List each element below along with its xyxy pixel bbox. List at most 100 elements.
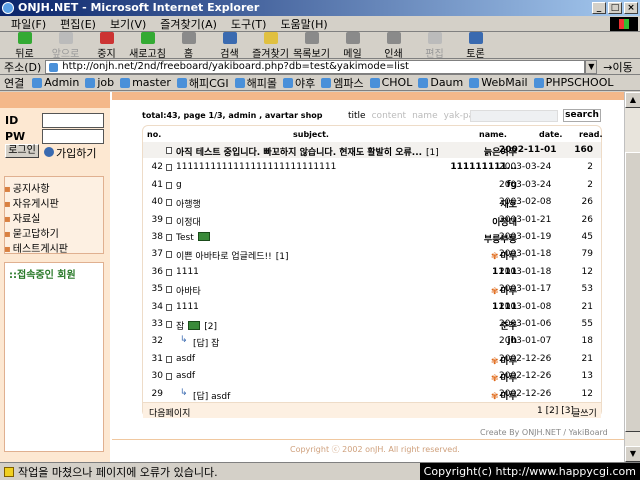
search-option-content[interactable]: content <box>372 111 406 121</box>
page-icon <box>469 77 480 88</box>
edit-button[interactable]: 편집 <box>414 31 455 60</box>
row-subject-link[interactable]: 1111111111111111111111111111 <box>176 162 336 172</box>
mail-button[interactable]: 메일 <box>332 31 373 60</box>
menu-view[interactable]: 보기(V) <box>103 16 153 32</box>
link-happycgi[interactable]: 해피CGI <box>176 75 229 91</box>
scroll-up-button[interactable]: ▲ <box>625 92 640 108</box>
menu-file[interactable]: 파일(F) <box>4 16 53 32</box>
table-row[interactable]: 35 아바타 ✾ 마루 2003-01-17 53 <box>143 281 601 297</box>
page-numbers[interactable]: 1 [2] [3] <box>537 406 574 416</box>
search-option-title[interactable]: title <box>348 111 366 121</box>
join-link[interactable]: 가입하기 <box>44 145 96 161</box>
refresh-button[interactable]: 새로고침 <box>127 31 168 60</box>
row-subject-link[interactable]: asdf <box>176 371 195 381</box>
row-subject-link[interactable]: g <box>176 180 182 190</box>
pw-input[interactable] <box>42 129 104 144</box>
board-search-button[interactable]: search <box>563 109 601 122</box>
row-subject-link[interactable]: 잡 [2] <box>176 319 217 332</box>
link-webmail[interactable]: WebMail <box>469 76 528 89</box>
link-chol[interactable]: CHOL <box>369 76 412 89</box>
vertical-scrollbar[interactable]: ▲ ▼ <box>624 92 640 462</box>
table-row[interactable]: 30 asdf ✾ 마루 2002-12-26 13 <box>143 368 601 384</box>
row-subject-link[interactable]: 아바타 <box>176 284 201 297</box>
scroll-thumb[interactable] <box>625 152 640 432</box>
search-option-name[interactable]: name <box>412 111 438 121</box>
table-row[interactable]: 40 아행행 재호 2003-02-08 26 <box>143 194 601 210</box>
close-button[interactable]: × <box>624 2 638 14</box>
table-row[interactable]: 31 asdf ✾ 마루 2002-12-26 21 <box>143 351 601 367</box>
link-phpschool[interactable]: PHPSCHOOL <box>533 76 614 89</box>
stop-button[interactable]: 중지 <box>86 31 127 60</box>
next-page-link[interactable]: 다음페이지 <box>149 406 190 419</box>
table-row[interactable]: 42 1111111111111111111111111111 111111111.… <box>143 159 601 175</box>
sidebar-item-notice[interactable]: 공지사항 <box>4 180 50 195</box>
scroll-down-button[interactable]: ▼ <box>625 446 640 462</box>
sidebar-item-freeboard[interactable]: 자유게시판 <box>4 195 59 210</box>
address-input[interactable]: http://onjh.net/2nd/freeboard/yakiboard.… <box>45 59 586 74</box>
id-input[interactable] <box>42 113 104 128</box>
forward-button[interactable]: 앞으로 <box>45 31 86 60</box>
favorites-button[interactable]: 즐겨찾기 <box>250 31 291 60</box>
table-row[interactable]: 38 Test 부릉부릉 2003-01-19 45 <box>143 229 601 245</box>
menu-help[interactable]: 도움말(H) <box>273 16 334 32</box>
table-row[interactable]: 29 ↳ [답] asdf ✾ 마루 2002-12-26 12 <box>143 386 601 402</box>
row-read-count: 12 <box>581 388 593 399</box>
notice-row[interactable]: 아직 테스트 중입니다. 빠꼬하지 않습니다. 현재도 활발히 오류... [1]… <box>143 142 601 158</box>
table-row[interactable]: 41 g fg 2003-03-24 2 <box>143 177 601 193</box>
menu-edit[interactable]: 편집(E) <box>53 16 103 32</box>
link-yahoo[interactable]: 야후 <box>282 75 315 91</box>
board-search-input[interactable] <box>470 110 558 122</box>
link-happymall[interactable]: 해피몰 <box>234 75 277 91</box>
link-empas[interactable]: 엠파스 <box>321 75 364 91</box>
row-subject-link[interactable]: asdf <box>176 354 195 364</box>
home-button[interactable]: 홈 <box>168 31 209 60</box>
minimize-button[interactable]: _ <box>592 2 606 14</box>
row-subject-link[interactable]: Test <box>176 232 210 243</box>
row-number: 37 <box>151 249 163 260</box>
write-link[interactable]: 글쓰기 <box>572 406 597 419</box>
table-row[interactable]: 36 1111 1111 2003-01-18 12 <box>143 264 601 280</box>
sidebar-item-qna[interactable]: 묻고답하기 <box>4 225 59 240</box>
row-read-count: 12 <box>581 266 593 277</box>
board-table: no. subject. name. date. read. 아직 테스트 중입… <box>142 125 603 419</box>
row-subject-link[interactable]: 1111 <box>176 267 199 277</box>
search-button[interactable]: 검색 <box>209 31 250 60</box>
menu-tools[interactable]: 도구(T) <box>224 16 274 32</box>
link-master[interactable]: master <box>120 76 171 89</box>
table-row[interactable]: 39 이정대 이정대 2003-01-21 26 <box>143 212 601 228</box>
sidebar-item-test[interactable]: 테스트게시판 <box>4 240 68 255</box>
row-date: 2003-01-08 <box>499 301 552 312</box>
link-admin[interactable]: Admin <box>32 76 79 89</box>
row-subject-link[interactable]: [답] asdf <box>193 389 230 402</box>
window-controls: _ □ × <box>592 2 638 14</box>
links-bar: 연결 Admin job master 해피CGI 해피몰 야후 엠파스 CHO… <box>0 75 640 91</box>
back-button[interactable]: 뒤로 <box>4 31 45 60</box>
link-daum[interactable]: Daum <box>418 76 463 89</box>
table-row[interactable]: 37 이쁜 아바타로 업글레드!! [1] ✾ 마루 2003-01-18 79 <box>143 246 601 262</box>
row-subject-link[interactable]: 1111 <box>176 302 199 312</box>
warning-icon[interactable] <box>4 466 14 477</box>
row-subject-link[interactable]: 이정대 <box>176 215 201 228</box>
history-button[interactable]: 목록보기 <box>291 31 332 60</box>
row-subject-link[interactable]: [답] 잡 <box>193 336 219 349</box>
row-read-count: 55 <box>581 319 593 329</box>
table-row[interactable]: 33 잡 [2] 준주 2003-01-06 55 <box>143 316 601 332</box>
print-button[interactable]: 인쇄 <box>373 31 414 60</box>
go-button[interactable]: →이동 <box>603 59 632 75</box>
link-job[interactable]: job <box>85 76 114 89</box>
row-subject-link[interactable]: 이쁜 아바타로 업글레드!! [1] <box>176 249 289 262</box>
document-icon <box>166 216 172 224</box>
sidebar-item-files[interactable]: 자료실 <box>4 210 41 225</box>
login-button[interactable]: 로그인 <box>5 144 39 158</box>
row-date: 2003-01-18 <box>499 249 552 260</box>
row-subject-link[interactable]: 아직 테스트 중입니다. 빠꼬하지 않습니다. 현재도 활발히 오류... [1] <box>176 145 439 158</box>
table-row[interactable]: 34 1111 1111 2003-01-08 21 <box>143 299 601 315</box>
table-row[interactable]: 32 ↳ [답] 잡 jh 2003-01-07 18 <box>143 333 601 349</box>
menu-favorites[interactable]: 즐겨찾기(A) <box>153 16 224 32</box>
comment-count: [2] <box>204 322 218 332</box>
discuss-button[interactable]: 토론 <box>455 31 496 60</box>
maximize-button[interactable]: □ <box>608 2 622 14</box>
page-icon <box>32 77 43 88</box>
address-dropdown[interactable]: ▼ <box>585 59 598 74</box>
row-subject-link[interactable]: 아행행 <box>176 197 201 210</box>
